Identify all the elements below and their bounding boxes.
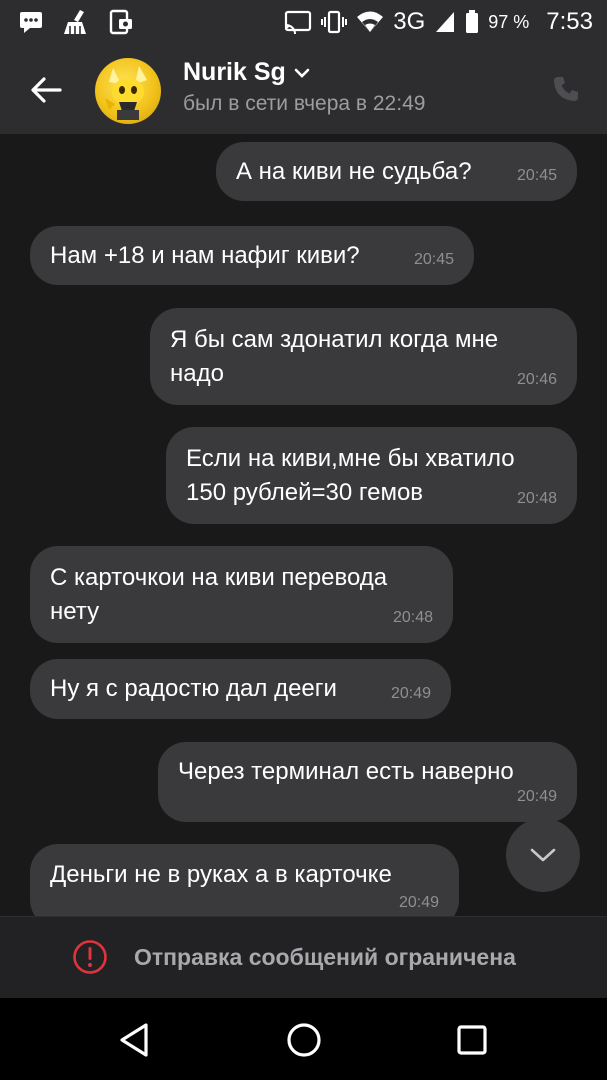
chat-notification-icon — [20, 12, 42, 33]
message-time: 20:49 — [516, 788, 557, 805]
avatar[interactable] — [95, 58, 161, 124]
message-text: Если на киви,мне бы хватило 150 рублей=3… — [186, 445, 515, 506]
message-text: Я бы сам здонатил когда мне надо — [170, 326, 499, 387]
message-time: 20:45 — [516, 167, 557, 184]
message-bubble-incoming[interactable]: С карточкои на киви перевода нету 20:48 — [30, 546, 453, 643]
arrow-left-icon[interactable] — [28, 72, 64, 108]
cleaner-icon — [64, 10, 86, 34]
chevron-down-icon[interactable] — [294, 67, 310, 79]
vibrate-icon — [321, 10, 348, 34]
message-text: А на киви не судьба? — [236, 158, 472, 185]
message-text: Через терминал есть наверно — [178, 758, 514, 785]
message-text: С карточкои на киви перевода нету — [50, 564, 388, 625]
message-bubble-incoming[interactable]: Деньги не в руках а в карточке 20:49 — [30, 844, 459, 916]
chevron-down-icon — [530, 848, 556, 862]
message-time: 20:48 — [516, 490, 557, 507]
last-seen-status: был в сети вчера в 22:49 — [183, 92, 426, 115]
message-bubble-incoming[interactable]: Нам +18 и нам нафиг киви? 20:45 — [30, 226, 474, 285]
avatar-image — [105, 66, 147, 120]
message-time: 20:49 — [390, 685, 431, 702]
message-bubble-outgoing[interactable]: А на киви не судьба? 20:45 — [216, 142, 577, 201]
message-text: Нам +18 и нам нафиг киви? — [50, 242, 360, 269]
battery-percent: 97 % — [488, 11, 530, 32]
chat-header: Nurik Sg был в сети вчера в 22:49 — [0, 46, 607, 134]
message-bubble-outgoing[interactable]: Если на киви,мне бы хватило 150 рублей=3… — [166, 427, 577, 524]
message-text: Деньги не в руках а в карточке — [50, 861, 392, 888]
system-navigation-bar — [0, 998, 607, 1080]
signal-icon — [436, 12, 455, 32]
back-triangle-icon[interactable] — [116, 1020, 156, 1060]
phone-icon[interactable] — [551, 74, 581, 104]
restriction-text: Отправка сообщений ограничена — [134, 944, 516, 970]
message-time: 20:48 — [392, 609, 433, 626]
clock: 7:53 — [546, 8, 593, 35]
messaging-restricted-bar: Отправка сообщений ограничена — [0, 916, 607, 999]
status-bar: 3G 97 % 7:53 — [0, 0, 607, 46]
network-type: 3G — [393, 8, 426, 35]
message-time: 20:45 — [413, 251, 454, 268]
screenshot-icon — [109, 9, 132, 35]
recents-square-icon[interactable] — [452, 1020, 492, 1060]
battery-icon — [466, 10, 479, 33]
message-time: 20:49 — [398, 894, 439, 911]
message-bubble-incoming[interactable]: Ну я с радостю дал дееги 20:49 — [30, 659, 451, 719]
contact-name-text[interactable]: Nurik Sg — [183, 58, 286, 87]
notification-icons — [18, 8, 134, 36]
wifi-icon — [357, 11, 384, 32]
message-time: 20:46 — [516, 371, 557, 388]
home-circle-icon[interactable] — [284, 1020, 324, 1060]
contact-name[interactable]: Nurik Sg — [183, 58, 310, 87]
message-bubble-outgoing[interactable]: Я бы сам здонатил когда мне надо 20:46 — [150, 308, 577, 405]
message-text: Ну я с радостю дал дееги — [50, 675, 337, 702]
system-status: 3G 97 % 7:53 — [284, 8, 593, 36]
cast-icon — [285, 10, 312, 34]
message-list[interactable]: А на киви не судьба? 20:45 Нам +18 и нам… — [0, 134, 607, 916]
exclamation-circle-icon — [73, 940, 107, 974]
scroll-to-bottom-button[interactable] — [506, 818, 580, 892]
message-bubble-outgoing[interactable]: Через терминал есть наверно 20:49 — [158, 742, 577, 822]
